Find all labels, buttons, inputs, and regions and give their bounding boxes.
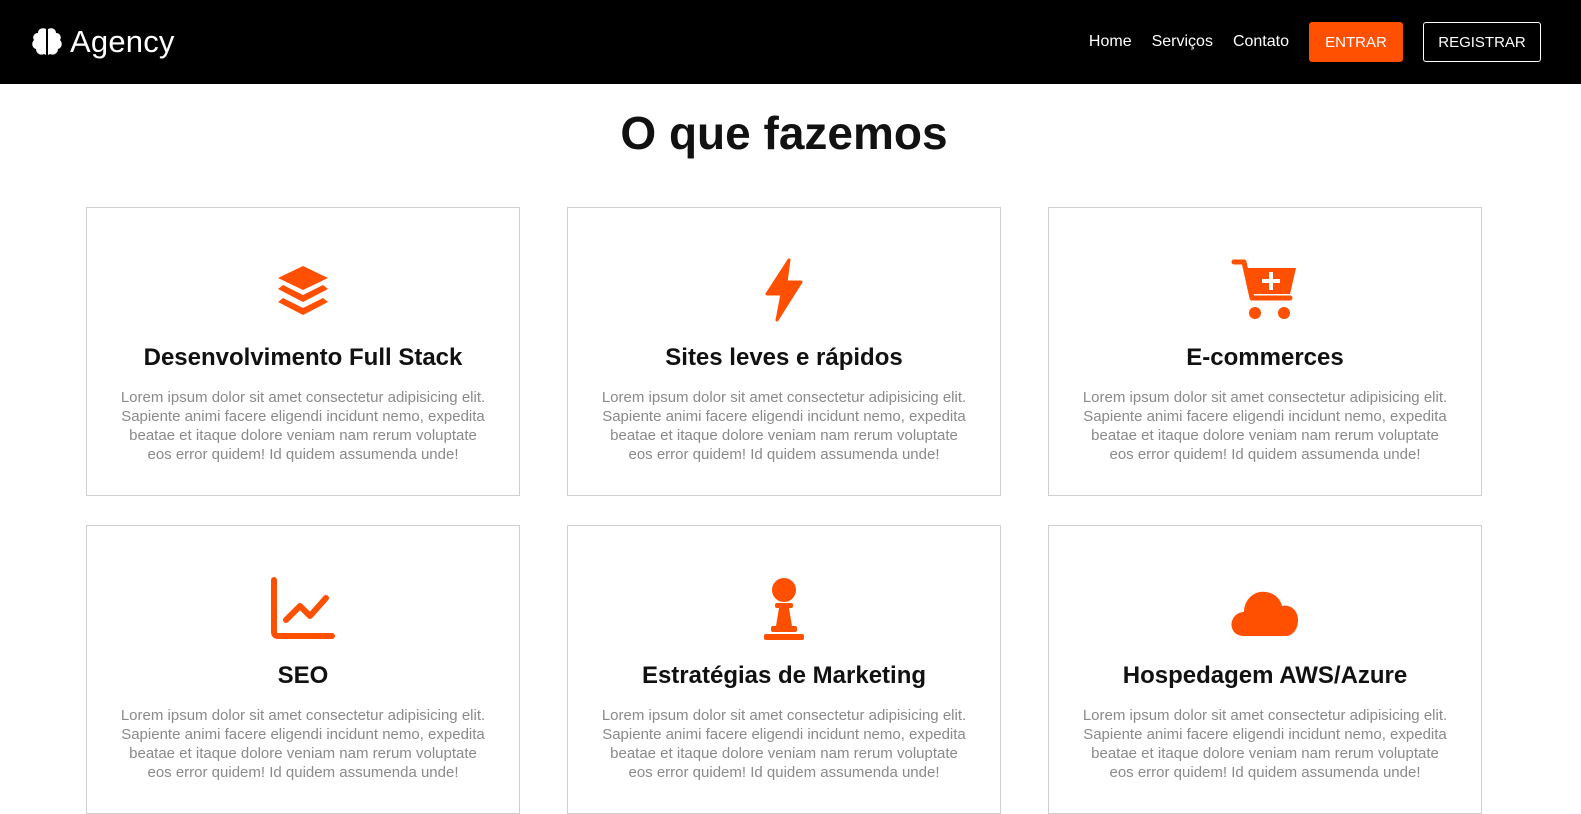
- service-card: Desenvolvimento Full Stack Lorem ipsum d…: [86, 207, 520, 496]
- card-description: Lorem ipsum dolor sit amet consectetur a…: [120, 389, 486, 463]
- card-title: Desenvolvimento Full Stack: [143, 344, 463, 371]
- card-title: Hospedagem AWS/Azure: [1122, 662, 1408, 689]
- nav-link-home[interactable]: Home: [1089, 33, 1132, 51]
- nav-link-servicos[interactable]: Serviços: [1152, 33, 1213, 51]
- card-description: Lorem ipsum dolor sit amet consectetur a…: [601, 707, 967, 781]
- brain-icon: [32, 28, 62, 55]
- enter-button[interactable]: ENTRAR: [1309, 22, 1403, 62]
- nav-link-contato[interactable]: Contato: [1233, 33, 1289, 51]
- nav-links: Home Serviços Contato: [1089, 33, 1289, 51]
- service-card: SEO Lorem ipsum dolor sit amet consectet…: [86, 525, 520, 814]
- service-card: Estratégias de Marketing Lorem ipsum dol…: [567, 525, 1001, 814]
- card-description: Lorem ipsum dolor sit amet consectetur a…: [1082, 707, 1448, 781]
- card-title: Sites leves e rápidos: [665, 344, 903, 371]
- service-card: Hospedagem AWS/Azure Lorem ipsum dolor s…: [1048, 525, 1482, 814]
- brand-name: Agency: [70, 24, 175, 59]
- chart-line-icon: [271, 577, 335, 639]
- brand-logo-link[interactable]: Agency: [30, 24, 175, 60]
- service-card: E-commerces Lorem ipsum dolor sit amet c…: [1048, 207, 1482, 496]
- chess-pawn-icon: [764, 578, 804, 640]
- main-nav: Home Serviços Contato ENTRAR REGISTRAR: [1089, 22, 1541, 62]
- services-grid: Desenvolvimento Full Stack Lorem ipsum d…: [86, 207, 1482, 814]
- card-description: Lorem ipsum dolor sit amet consectetur a…: [601, 389, 967, 463]
- section-title: O que fazemos: [620, 107, 948, 159]
- layers-icon: [278, 266, 328, 315]
- register-button[interactable]: REGISTRAR: [1423, 22, 1541, 62]
- service-card: Sites leves e rápidos Lorem ipsum dolor …: [567, 207, 1001, 496]
- navbar: Agency Home Serviços Contato ENTRAR REGI…: [0, 0, 1581, 84]
- card-title: Estratégias de Marketing: [641, 662, 927, 689]
- bolt-icon: [765, 258, 803, 322]
- cloud-icon: [1231, 591, 1298, 636]
- card-title: E-commerces: [1186, 344, 1344, 371]
- cart-plus-icon: [1231, 259, 1296, 319]
- card-title: SEO: [277, 662, 329, 689]
- card-description: Lorem ipsum dolor sit amet consectetur a…: [120, 707, 486, 781]
- card-description: Lorem ipsum dolor sit amet consectetur a…: [1082, 389, 1448, 463]
